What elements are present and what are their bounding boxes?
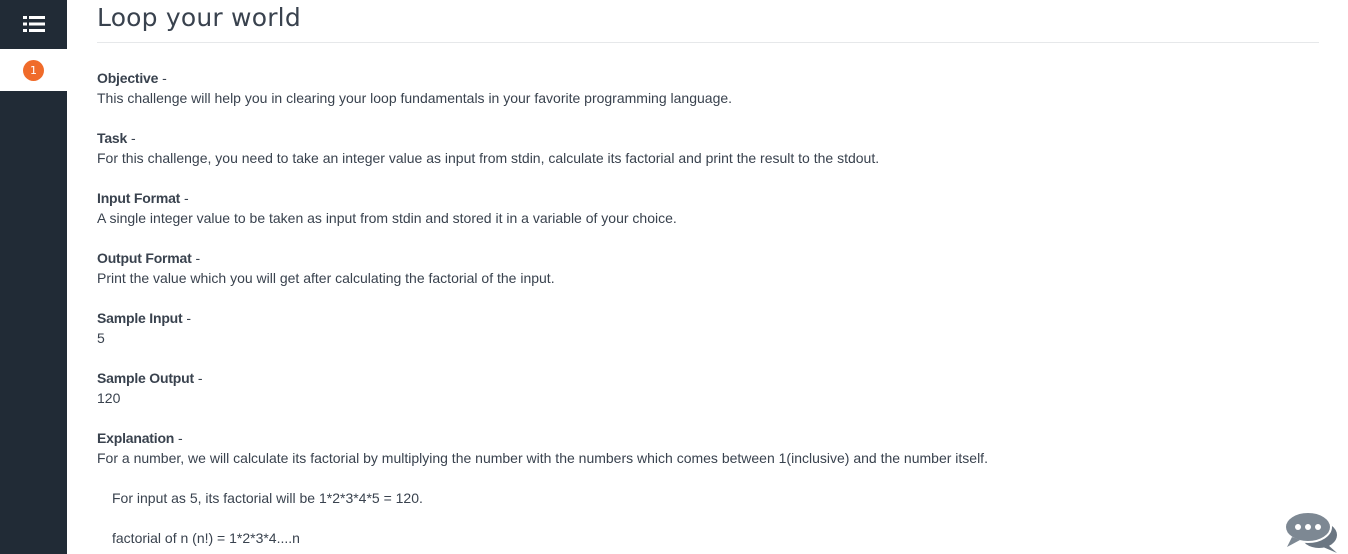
section-heading: Input Format [97, 190, 181, 206]
heading-dash: - [158, 70, 167, 86]
section-task: Task - For this challenge, you need to t… [97, 128, 879, 168]
explanation-example-line: For input as 5, its factorial will be 1*… [112, 490, 423, 506]
section-body: For this challenge, you need to take an … [97, 150, 880, 166]
section-heading: Sample Input [97, 310, 183, 326]
section-body: A single integer value to be taken as in… [97, 210, 677, 226]
question-tab-1[interactable]: 1 [0, 49, 67, 91]
section-heading: Sample Output [97, 370, 194, 386]
chat-bubbles-icon [1284, 511, 1337, 553]
section-explanation: Explanation - For a number, we will calc… [97, 428, 988, 468]
section-sample-input: Sample Input - 5 [97, 308, 191, 348]
sidebar: 1 [0, 0, 67, 554]
section-heading: Task [97, 130, 128, 146]
heading-dash: - [174, 430, 183, 446]
heading-dash: - [180, 190, 189, 206]
heading-dash: - [127, 130, 136, 146]
menu-button[interactable] [0, 0, 67, 48]
section-body: 5 [97, 330, 105, 346]
question-number-badge: 1 [23, 59, 44, 81]
section-heading: Objective [97, 70, 159, 86]
section-heading: Output Format [97, 250, 192, 266]
section-sample-output: Sample Output - 120 [97, 368, 203, 408]
section-input-format: Input Format - A single integer value to… [97, 188, 677, 228]
heading-dash: - [182, 310, 192, 326]
list-menu-icon [22, 16, 45, 32]
section-objective: Objective - This challenge will help you… [97, 68, 732, 108]
section-body: 120 [97, 390, 121, 406]
section-body: For a number, we will calculate its fact… [97, 450, 988, 466]
section-heading: Explanation [97, 430, 175, 446]
section-body: Print the value which you will get after… [97, 270, 555, 286]
chat-button[interactable] [1283, 511, 1339, 554]
heading-dash: - [193, 370, 203, 386]
section-output-format: Output Format - Print the value which yo… [97, 248, 555, 288]
section-body: This challenge will help you in clearing… [97, 90, 733, 106]
explanation-formula-line: factorial of n (n!) = 1*2*3*4....n [112, 530, 300, 546]
title-divider [97, 42, 1319, 43]
heading-dash: - [191, 250, 201, 266]
page-title: Loop your world [97, 3, 301, 32]
